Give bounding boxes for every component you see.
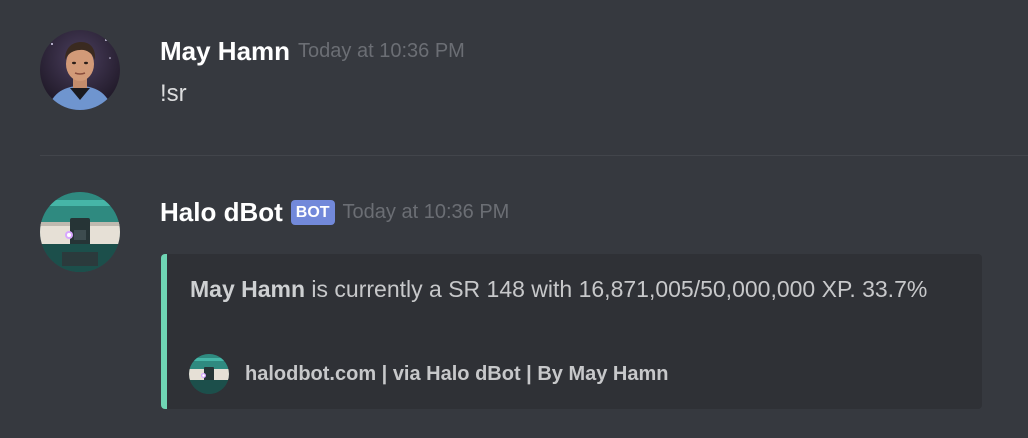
embed-description: May Hamn is currently a SR 148 with 16,8… [190, 274, 950, 305]
username[interactable]: May Hamn [160, 36, 290, 66]
message-content: !sr [160, 80, 187, 107]
message-header: Halo dBot BOT Today at 10:36 PM [160, 199, 509, 225]
username[interactable]: Halo dBot [160, 197, 283, 227]
embed-footer-text: halodbot.com | via Halo dBot | By May Ha… [245, 362, 669, 385]
message-item: May Hamn Today at 10:36 PM !sr [0, 0, 1028, 155]
embed-mention: May Hamn [190, 276, 306, 302]
message-item: Halo dBot BOT Today at 10:36 PM May Hamn i… [0, 157, 1028, 438]
user-avatar[interactable] [40, 30, 120, 110]
message-divider [40, 155, 1028, 156]
timestamp: Today at 10:36 PM [342, 201, 510, 223]
bot-avatar[interactable] [40, 192, 120, 272]
halo-helmet-icon [189, 354, 229, 394]
timestamp: Today at 10:36 PM [298, 40, 465, 62]
embed-footer: halodbot.com | via Halo dBot | By May Ha… [189, 354, 668, 394]
message-header: May Hamn Today at 10:36 PM [160, 38, 465, 64]
embed-description-text: is currently a SR 148 with 16,871,005/50… [305, 276, 928, 302]
bot-embed: May Hamn is currently a SR 148 with 16,8… [161, 254, 982, 409]
bot-badge: BOT [290, 199, 335, 225]
halo-helmet-avatar-icon [40, 192, 120, 272]
chat-message-list: May Hamn Today at 10:36 PM !sr Halo dBot… [0, 0, 1028, 438]
user-portrait-avatar-icon [40, 30, 120, 110]
